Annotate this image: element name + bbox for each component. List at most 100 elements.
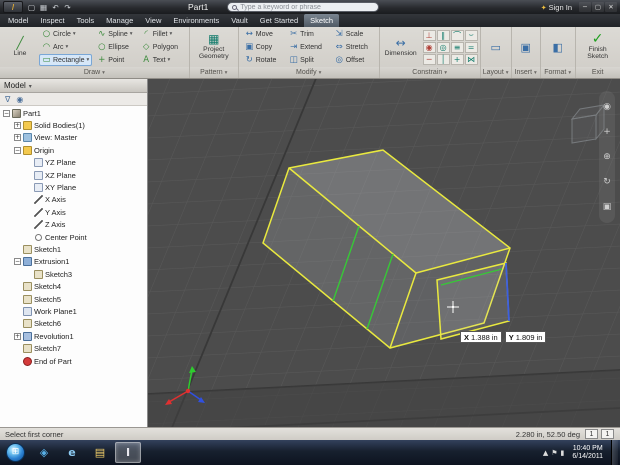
panel-label-modify[interactable]: Modify	[238, 67, 379, 78]
navbar-zoom-icon[interactable]: ⊕	[603, 152, 611, 162]
button-polygon[interactable]: ◇ Polygon ▾	[139, 41, 186, 53]
button-rotate[interactable]: ↻ Rotate ▾	[242, 54, 284, 66]
button-stretch[interactable]: ⇔ Stretch ▾	[332, 41, 376, 53]
constraint-coincident-icon[interactable]: ◉	[422, 41, 436, 53]
panel-label-exit[interactable]: Exit	[575, 67, 620, 78]
tree-extrusion1[interactable]: − Extrusion1	[0, 256, 147, 268]
tree-xy-plane[interactable]: XY Plane	[0, 181, 147, 193]
tree-origin[interactable]: − Origin	[0, 144, 147, 156]
tree-sketch1[interactable]: Sketch1	[0, 243, 147, 255]
button-trim[interactable]: ✂ Trim ▾	[286, 28, 330, 40]
window-restore-button[interactable]: ▢	[592, 2, 604, 12]
insert-button[interactable]: ▣	[514, 28, 538, 66]
tree-center-point[interactable]: Center Point	[0, 231, 147, 243]
button-fillet[interactable]: ◜ Fillet ▾	[139, 28, 186, 40]
dimension-button[interactable]: ↔ Dimension	[382, 28, 420, 66]
tab-vault[interactable]: Vault	[225, 14, 254, 27]
browser-header[interactable]: Model	[0, 79, 147, 93]
panel-label-pattern[interactable]: Pattern	[189, 67, 238, 78]
button-arc[interactable]: ◠ Arc ▾	[39, 41, 92, 53]
constraint-perpendicular-icon[interactable]: ⊥	[422, 29, 436, 41]
window-minimize-button[interactable]: ─	[579, 2, 591, 12]
button-extend[interactable]: ⇥ Extend ▾	[286, 41, 330, 53]
button-copy[interactable]: ▣ Copy ▾	[242, 41, 284, 53]
panel-label-format[interactable]: Format	[540, 67, 575, 78]
tree-sketch4[interactable]: Sketch4	[0, 280, 147, 292]
tree-z-axis[interactable]: Z Axis	[0, 219, 147, 231]
tree-sketch7[interactable]: Sketch7	[0, 342, 147, 354]
finish-sketch-button[interactable]: ✓ Finish Sketch	[578, 28, 618, 66]
line-button[interactable]: ╱ Line	[2, 28, 38, 66]
button-circle[interactable]: ○ Circle ▾	[39, 28, 92, 40]
search-input[interactable]	[240, 3, 375, 11]
filter-icon[interactable]: ∇	[5, 95, 10, 104]
tree-x-axis[interactable]: X Axis	[0, 194, 147, 206]
button-offset[interactable]: ◎ Offset ▾	[332, 54, 376, 66]
x-coordinate-input[interactable]: X 1.388 in	[460, 331, 502, 343]
tree-xz-plane[interactable]: XZ Plane	[0, 169, 147, 181]
panel-label-constrain[interactable]: Constrain	[379, 67, 480, 78]
constraint-smooth-icon[interactable]: ⌣	[464, 29, 478, 41]
qat-undo-button[interactable]: ↶	[50, 3, 61, 12]
panel-label-layout[interactable]: Layout	[480, 67, 511, 78]
sign-in-button[interactable]: Sign In	[541, 3, 572, 12]
tray-action-center-icon[interactable]: ⚑	[551, 449, 557, 457]
constraint-horizontal-icon[interactable]: ─	[422, 53, 436, 65]
constraint-tangent-icon[interactable]: ⌒	[450, 29, 464, 41]
button-spline[interactable]: ∿ Spline ▾	[94, 28, 136, 40]
y-coordinate-input[interactable]: Y 1.809 in	[504, 331, 547, 343]
constraint-fix-icon[interactable]: +	[450, 53, 464, 65]
button-move[interactable]: ↔ Move ▾	[242, 28, 284, 40]
tree-part1[interactable]: − Part1	[0, 107, 147, 119]
tab-get-started[interactable]: Get Started	[254, 14, 304, 27]
tree-sketch3[interactable]: Sketch3	[0, 268, 147, 280]
qat-redo-button[interactable]: ↷	[62, 3, 73, 12]
tab-environments[interactable]: Environments	[167, 14, 225, 27]
tree-view-master[interactable]: + View: Master	[0, 132, 147, 144]
tree-solid-bodies-1[interactable]: + Solid Bodies(1)	[0, 119, 147, 131]
tray-network-icon[interactable]: ▮	[561, 449, 565, 457]
tray-show-hidden-icon[interactable]: ▲	[543, 449, 548, 457]
panel-label-draw[interactable]: Draw	[0, 67, 189, 78]
constraint-equal-icon[interactable]: =	[464, 41, 478, 53]
start-button[interactable]	[6, 443, 25, 462]
navbar-pan-icon[interactable]: +	[603, 127, 611, 137]
tab-manage[interactable]: Manage	[100, 14, 139, 27]
tree-sketch6[interactable]: Sketch6	[0, 318, 147, 330]
button-ellipse[interactable]: ○ Ellipse ▾	[94, 41, 136, 53]
show-desktop-button[interactable]	[611, 440, 618, 465]
tree-end-of-part[interactable]: End of Part	[0, 355, 147, 367]
constraint-symmetric-icon[interactable]: ⋈	[464, 53, 478, 65]
taskbar-internet-explorer[interactable]: e	[59, 442, 85, 463]
button-text[interactable]: A Text ▾	[139, 54, 186, 66]
help-search-box[interactable]	[227, 2, 380, 12]
taskbar-explorer[interactable]: ▤	[87, 442, 113, 463]
project-geometry-button[interactable]: ▦ Project Geometry	[192, 28, 236, 66]
navbar-look-at-icon[interactable]: ▣	[603, 202, 612, 212]
tree-work-plane1[interactable]: Work Plane1	[0, 305, 147, 317]
qat-new-button[interactable]: ▢	[26, 3, 37, 12]
tab-model[interactable]: Model	[2, 14, 34, 27]
button-point[interactable]: + Point ▾	[94, 54, 136, 66]
button-rectangle[interactable]: ▭ Rectangle ▾	[39, 54, 93, 66]
taskbar-inventor[interactable]: I	[115, 442, 141, 463]
tree-revolution1[interactable]: + Revolution1	[0, 330, 147, 342]
constraint-parallel-icon[interactable]: ∥	[436, 29, 450, 41]
tree-sketch5[interactable]: Sketch5	[0, 293, 147, 305]
qat-save-button[interactable]: ▦	[38, 3, 49, 12]
format-button[interactable]: ◧	[543, 28, 573, 66]
tab-sketch[interactable]: Sketch	[304, 14, 340, 27]
tree-yz-plane[interactable]: YZ Plane	[0, 157, 147, 169]
constraint-vertical-icon[interactable]: │	[436, 53, 450, 65]
tab-inspect[interactable]: Inspect	[34, 14, 70, 27]
taskbar-media-player[interactable]: ◈	[31, 442, 57, 463]
taskbar-clock[interactable]: 10:40 PM 6/14/2011	[572, 445, 603, 461]
application-menu-button[interactable]: I	[3, 1, 23, 13]
3d-viewport[interactable]: X 1.388 in Y 1.809 in ◉ + ⊕ ↻ ▣	[148, 79, 620, 427]
button-scale[interactable]: ⇲ Scale ▾	[332, 28, 376, 40]
navbar-orbit-icon[interactable]: ↻	[603, 177, 611, 187]
window-close-button[interactable]: ✕	[605, 2, 617, 12]
tab-tools[interactable]: Tools	[71, 14, 101, 27]
constraint-collinear-icon[interactable]: ≡	[450, 41, 464, 53]
tab-view[interactable]: View	[139, 14, 167, 27]
